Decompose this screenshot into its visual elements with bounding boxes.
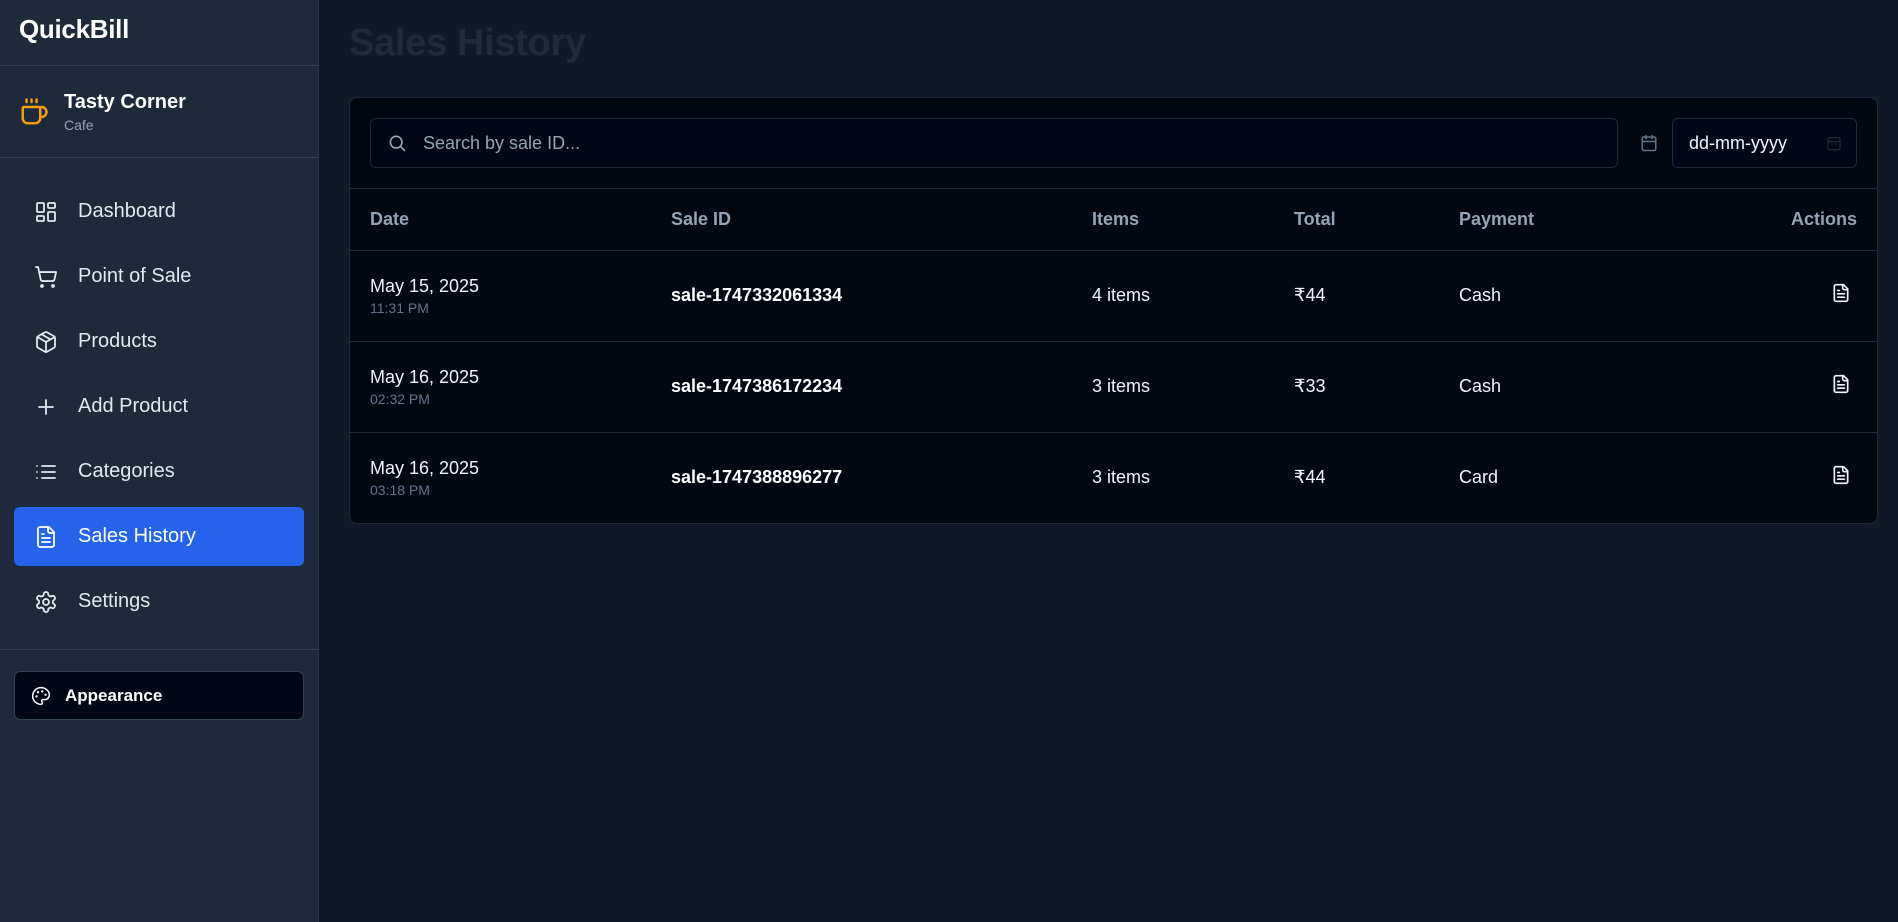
- sidebar-item-label: Dashboard: [78, 200, 176, 222]
- cell-sale-id: sale-1747388896277: [671, 467, 843, 488]
- sidebar-item-dashboard[interactable]: Dashboard: [14, 182, 304, 241]
- cell-total: ₹44: [1274, 250, 1439, 342]
- page-title: Sales History: [349, 22, 586, 64]
- app-logo: QuickBill: [0, 0, 318, 66]
- sales-card: dd-mm-yyyy Date Sale ID Items Total Paym…: [349, 97, 1878, 524]
- cell-total: ₹33: [1274, 341, 1439, 433]
- table-row: May 16, 2025 03:18 PM sale-1747388896277…: [350, 432, 1877, 523]
- sidebar-item-label: Sales History: [78, 525, 196, 547]
- search-box: [370, 118, 1618, 168]
- sale-date: May 15, 2025: [370, 275, 480, 296]
- sale-date: May 16, 2025: [370, 366, 480, 387]
- sales-table: Date Sale ID Items Total Payment Actions…: [350, 189, 1877, 523]
- cell-total: ₹44: [1294, 467, 1326, 488]
- view-receipt-icon[interactable]: [1831, 374, 1851, 394]
- plus-icon: [38, 398, 54, 415]
- date-filter-input[interactable]: dd-mm-yyyy: [1672, 118, 1857, 168]
- appearance-label: Appearance: [65, 685, 163, 705]
- table-row: May 16, 2025 02:32 PM sale-1747386172234…: [350, 341, 1877, 433]
- calendar-icon: [1641, 134, 1657, 152]
- cell-actions: [1666, 250, 1877, 342]
- cell-items: 4 items: [1072, 250, 1274, 342]
- view-receipt-icon[interactable]: [1831, 465, 1851, 485]
- sidebar: QuickBill Tasty Corner Cafe Dashboard Po…: [0, 0, 319, 922]
- column-header-sale-id: Sale ID: [651, 189, 1072, 251]
- sidebar-item-label: Categories: [78, 460, 175, 482]
- sale-date: May 16, 2025: [370, 457, 480, 478]
- cell-items: 3 items: [1092, 467, 1151, 488]
- sidebar-item-settings[interactable]: Settings: [14, 572, 304, 631]
- store-type: Cafe: [64, 116, 94, 133]
- cell-date: May 16, 2025 03:18 PM: [350, 432, 651, 523]
- cell-payment: Card: [1459, 467, 1499, 488]
- cell-actions: [1667, 432, 1877, 523]
- table-header-row: Date Sale ID Items Total Payment Actions: [350, 189, 1877, 251]
- date-placeholder: dd-mm-yyyy: [1689, 132, 1787, 153]
- store-name: Tasty Corner: [64, 90, 186, 113]
- cell-sale-id: sale-1747386172234: [651, 341, 1072, 433]
- palette-icon: [31, 686, 51, 705]
- sidebar-item-label: Settings: [78, 590, 151, 612]
- sidebar-item-label: Products: [78, 330, 157, 352]
- column-header-date: Date: [350, 189, 651, 251]
- sale-time: 02:32 PM: [370, 390, 430, 407]
- sidebar-item-categories[interactable]: Categories: [14, 442, 304, 501]
- cell-date: May 16, 2025 02:32 PM: [350, 341, 651, 433]
- main-content: Sales History dd-mm-yyyy Dat: [349, 0, 1878, 524]
- column-header-actions: Actions: [1666, 189, 1877, 251]
- cell-actions: [1666, 341, 1877, 433]
- coffee-cup-icon: [21, 97, 48, 124]
- sidebar-item-point-of-sale[interactable]: Point of Sale: [14, 247, 304, 306]
- sale-time: 11:31 PM: [370, 299, 429, 316]
- column-header-payment: Payment: [1439, 189, 1667, 251]
- column-header-items: Items: [1072, 189, 1274, 251]
- cell-payment: Cash: [1439, 341, 1667, 433]
- sidebar-item-label: Add Product: [78, 395, 189, 417]
- cell-date: May 15, 2025 11:31 PM: [350, 250, 651, 342]
- date-picker-icon[interactable]: [1826, 135, 1842, 151]
- table-row: May 15, 2025 11:31 PM sale-1747332061334…: [350, 250, 1877, 342]
- box-icon: [36, 330, 56, 353]
- dashboard-icon: [36, 201, 56, 222]
- appearance-button[interactable]: Appearance: [14, 671, 304, 720]
- cell-sale-id: sale-1747332061334: [651, 250, 1072, 342]
- cart-icon: [35, 265, 57, 288]
- sale-time: 03:18 PM: [370, 481, 430, 498]
- sidebar-item-label: Point of Sale: [78, 265, 192, 287]
- sidebar-item-products[interactable]: Products: [14, 312, 304, 371]
- sidebar-nav: Dashboard Point of Sale Products Add Pro…: [0, 158, 318, 650]
- appearance-section: Appearance: [0, 650, 318, 741]
- search-icon: [389, 135, 406, 152]
- cell-payment: Cash: [1439, 250, 1667, 342]
- store-info: Tasty Corner Cafe: [0, 66, 318, 158]
- filter-toolbar: dd-mm-yyyy: [350, 98, 1877, 189]
- sidebar-item-add-product[interactable]: Add Product: [14, 377, 304, 436]
- document-icon: [37, 525, 55, 548]
- list-icon: [36, 464, 56, 479]
- column-header-total: Total: [1274, 189, 1439, 251]
- sidebar-item-sales-history[interactable]: Sales History: [14, 507, 304, 566]
- gear-icon: [36, 590, 56, 613]
- view-receipt-icon[interactable]: [1831, 283, 1851, 303]
- cell-items: 3 items: [1072, 341, 1274, 433]
- search-input[interactable]: [423, 132, 1601, 154]
